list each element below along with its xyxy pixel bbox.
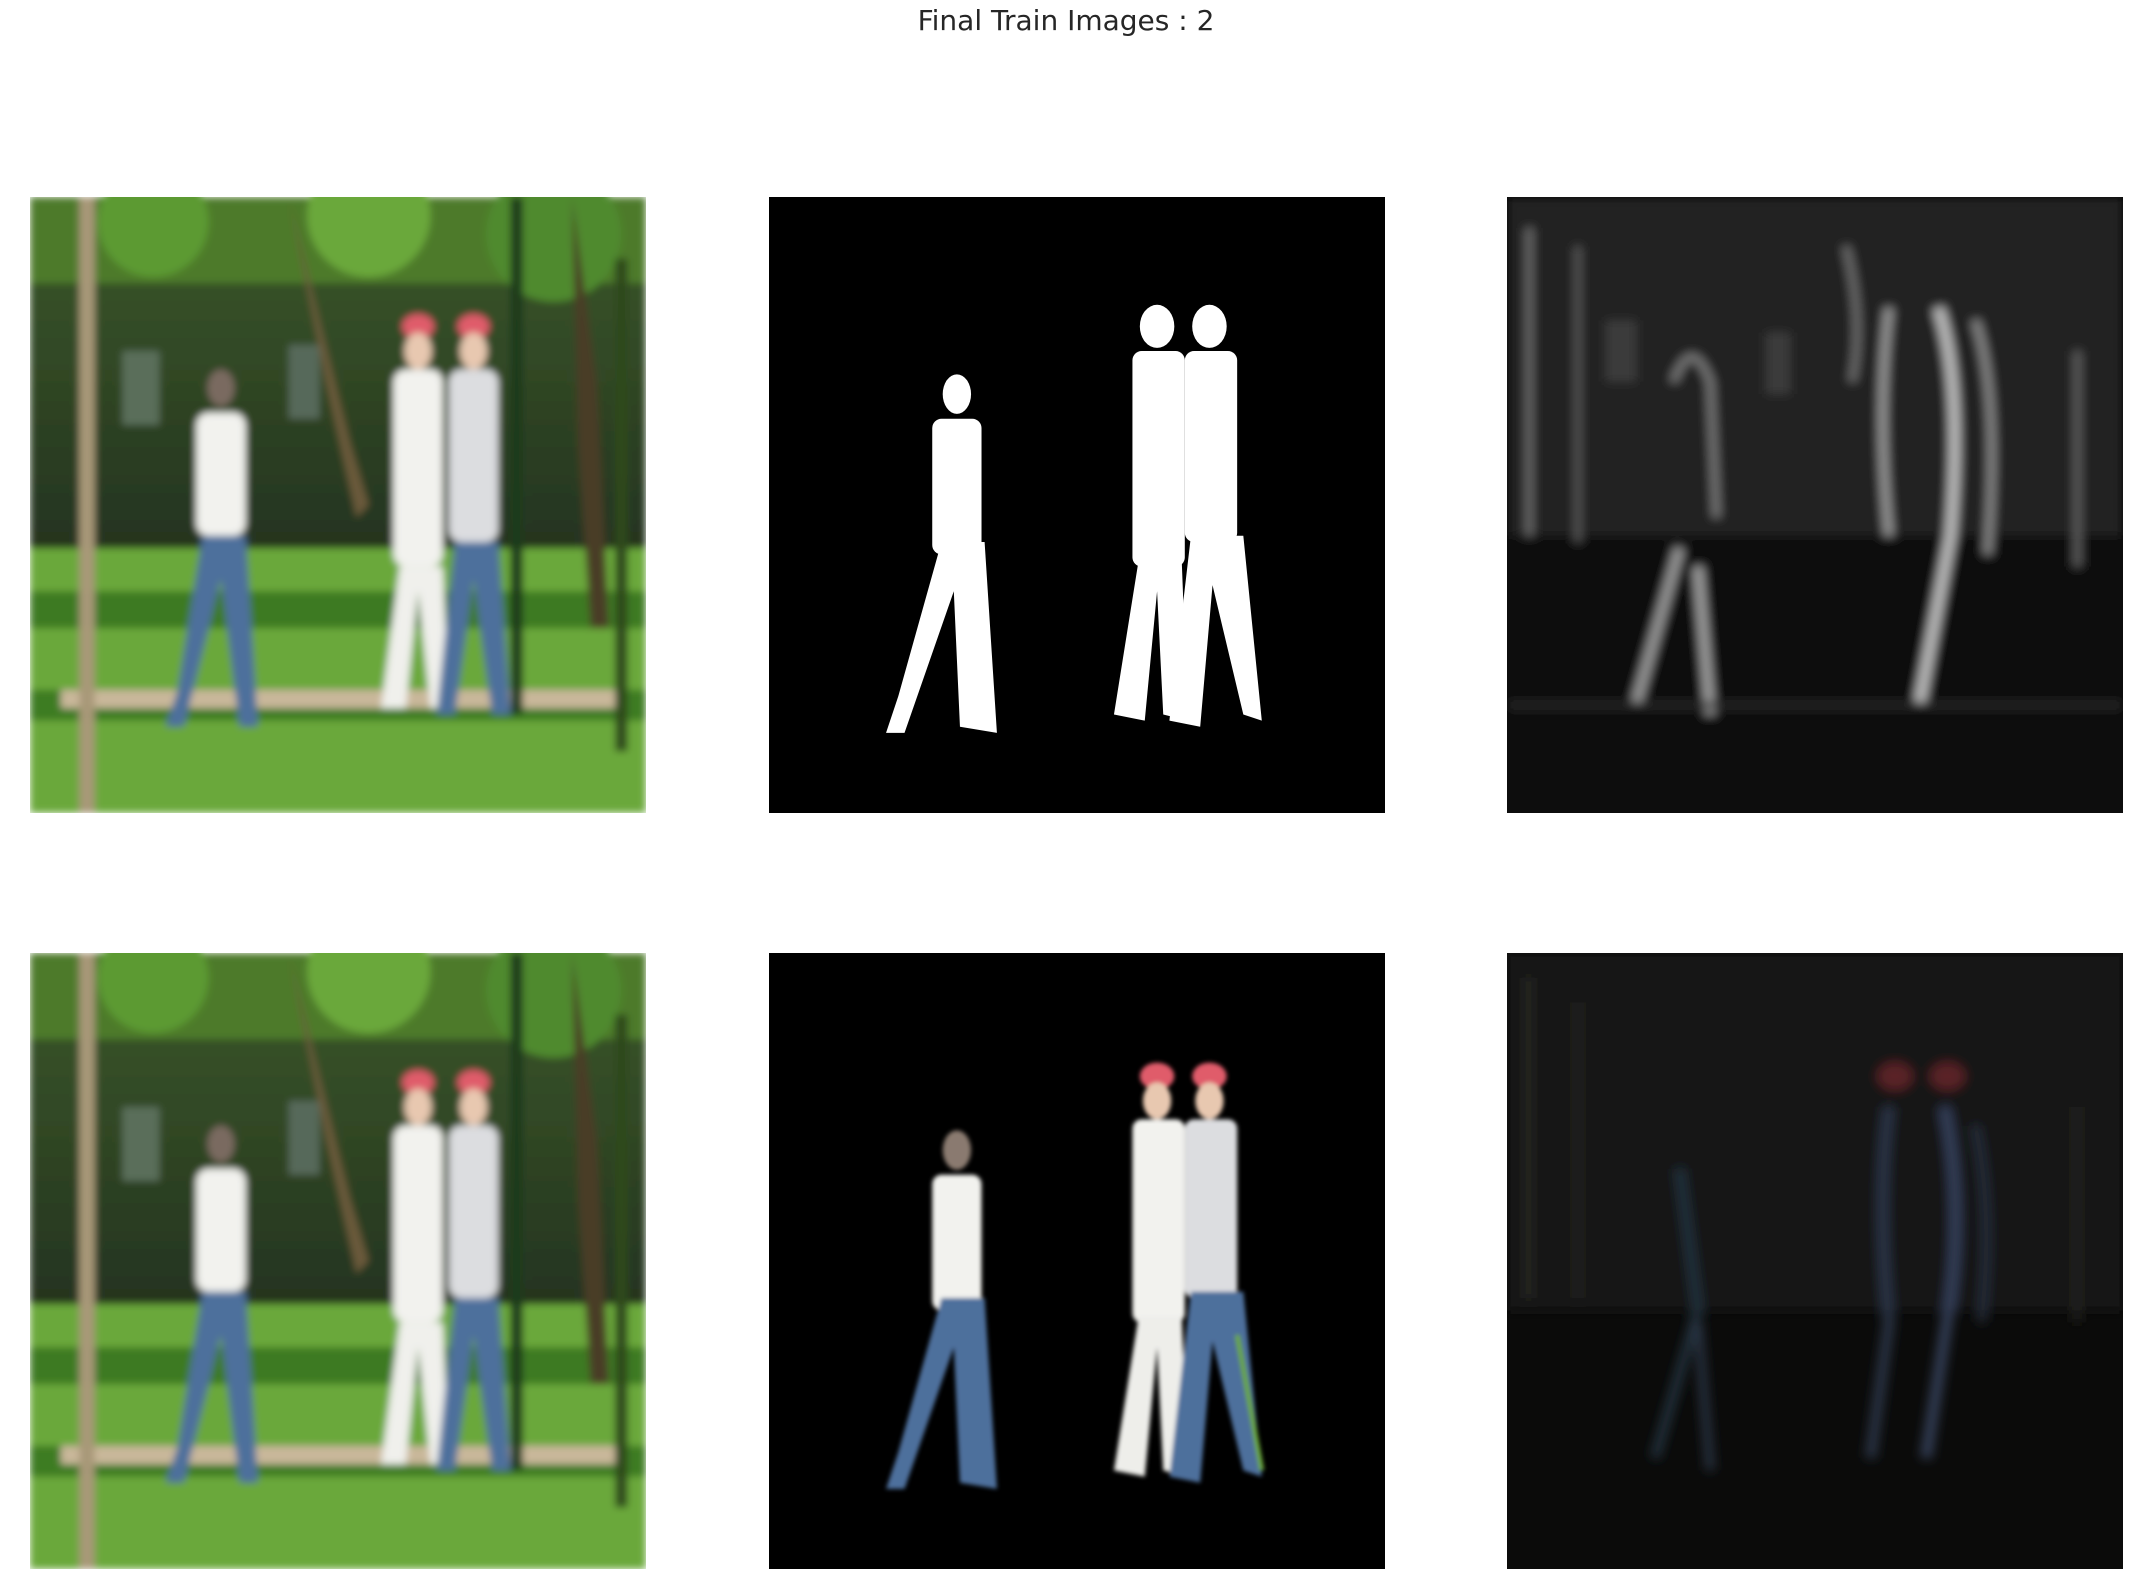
- masked-people-panel: [769, 953, 1385, 1569]
- park-scene-image: [30, 953, 646, 1569]
- mask-image-panel: [769, 197, 1385, 813]
- figure-title: Final Train Images : 2: [917, 4, 1215, 37]
- dark-color-prediction-image: [1507, 953, 2123, 1569]
- grayscale-prediction-image: [1507, 197, 2123, 813]
- grayscale-prediction-panel: [1507, 197, 2123, 813]
- color-prediction-panel: [1507, 953, 2123, 1569]
- original-image-panel-1: [30, 197, 646, 813]
- binary-mask-image: [769, 197, 1385, 813]
- original-image-panel-2: [30, 953, 646, 1569]
- masked-people-image: [769, 953, 1385, 1569]
- park-scene-image: [30, 197, 646, 813]
